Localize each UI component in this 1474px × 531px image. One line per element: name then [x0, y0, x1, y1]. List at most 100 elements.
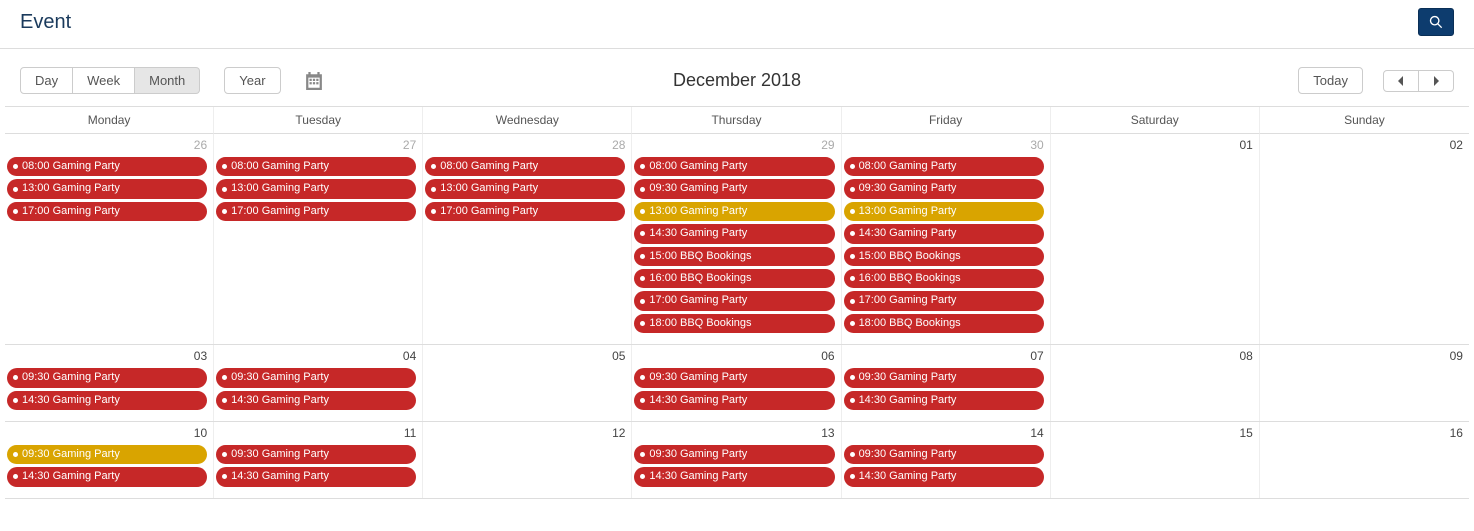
- calendar-event[interactable]: 14:30 Gaming Party: [844, 224, 1044, 243]
- event-dot-icon: [13, 398, 18, 403]
- event-label: 13:00 Gaming Party: [440, 181, 538, 196]
- calendar-event[interactable]: 13:00 Gaming Party: [844, 202, 1044, 221]
- day-number: 14: [842, 424, 1050, 444]
- calendar-day[interactable]: 2808:00 Gaming Party13:00 Gaming Party17…: [423, 134, 632, 344]
- calendar-event[interactable]: 08:00 Gaming Party: [7, 157, 207, 176]
- calendar-event[interactable]: 09:30 Gaming Party: [844, 179, 1044, 198]
- calendar-event[interactable]: 17:00 Gaming Party: [425, 202, 625, 221]
- calendar-event[interactable]: 16:00 BBQ Bookings: [844, 269, 1044, 288]
- calendar-day[interactable]: 0409:30 Gaming Party 14:30 Gaming Party: [214, 345, 423, 421]
- view-day-button[interactable]: Day: [20, 67, 73, 94]
- calendar-event[interactable]: 14:30 Gaming Party: [844, 467, 1044, 486]
- calendar-event[interactable]: 14:30 Gaming Party: [7, 391, 207, 410]
- calendar-day[interactable]: 0709:30 Gaming Party14:30 Gaming Party: [842, 345, 1051, 421]
- calendar-event[interactable]: 17:00 Gaming Party: [7, 202, 207, 221]
- calendar-event[interactable]: 08:00 Gaming Party: [216, 157, 416, 176]
- calendar-event[interactable]: 17:00 Gaming Party: [844, 291, 1044, 310]
- calendar-event[interactable]: 09:30 Gaming Party: [634, 368, 834, 387]
- weekday-header: Monday: [5, 107, 214, 134]
- calendar-day[interactable]: 1009:30 Gaming Party 14:30 Gaming Party: [5, 422, 214, 498]
- calendar-event[interactable]: 14:30 Gaming Party: [844, 391, 1044, 410]
- view-week-button[interactable]: Week: [73, 67, 135, 94]
- calendar-event[interactable]: 17:00 Gaming Party: [216, 202, 416, 221]
- calendar-day[interactable]: 0309:30 Gaming Party14:30 Gaming Party: [5, 345, 214, 421]
- day-number: 09: [1260, 347, 1469, 367]
- calendar-day[interactable]: 2908:00 Gaming Party09:30 Gaming Party13…: [632, 134, 841, 344]
- calendar-day[interactable]: 01: [1051, 134, 1260, 344]
- day-number: 27: [214, 136, 422, 156]
- event-label: 08:00 Gaming Party: [649, 159, 747, 174]
- calendar-event[interactable]: 15:00 BBQ Bookings: [844, 247, 1044, 266]
- calendar-event[interactable]: 08:00 Gaming Party: [425, 157, 625, 176]
- datepicker-button[interactable]: [305, 72, 323, 90]
- day-number: 10: [5, 424, 213, 444]
- calendar-day[interactable]: 12: [423, 422, 632, 498]
- calendar-day[interactable]: 0609:30 Gaming Party14:30 Gaming Party: [632, 345, 841, 421]
- calendar-day[interactable]: 1309:30 Gaming Party14:30 Gaming Party: [632, 422, 841, 498]
- calendar-event[interactable]: 09:30 Gaming Party: [216, 368, 416, 387]
- calendar-day[interactable]: 1109:30 Gaming Party14:30 Gaming Party: [214, 422, 423, 498]
- nav-group: [1383, 70, 1454, 92]
- calendar-day[interactable]: 14 09:30 Gaming Party 14:30 Gaming Party: [842, 422, 1051, 498]
- event-label: 09:30 Gaming Party: [859, 447, 957, 462]
- calendar-day[interactable]: 15: [1051, 422, 1260, 498]
- calendar-event[interactable]: 15:00 BBQ Bookings: [634, 247, 834, 266]
- calendar-day[interactable]: 3008:00 Gaming Party09:30 Gaming Party13…: [842, 134, 1051, 344]
- calendar-event[interactable]: 14:30 Gaming Party: [634, 224, 834, 243]
- calendar-event[interactable]: 18:00 BBQ Bookings: [634, 314, 834, 333]
- calendar-event[interactable]: 13:00 Gaming Party: [7, 179, 207, 198]
- calendar-event[interactable]: 13:00 Gaming Party: [425, 179, 625, 198]
- calendar-event[interactable]: 09:30 Gaming Party: [7, 368, 207, 387]
- calendar-event[interactable]: 08:00 Gaming Party: [634, 157, 834, 176]
- calendar-event[interactable]: 09:30 Gaming Party: [7, 445, 207, 464]
- calendar-day[interactable]: 05: [423, 345, 632, 421]
- today-button[interactable]: Today: [1298, 67, 1363, 94]
- next-button[interactable]: [1419, 70, 1454, 92]
- event-dot-icon: [13, 452, 18, 457]
- event-label: 14:30 Gaming Party: [859, 393, 957, 408]
- calendar-event[interactable]: 09:30 Gaming Party: [844, 368, 1044, 387]
- calendar-event[interactable]: 17:00 Gaming Party: [634, 291, 834, 310]
- calendar-event[interactable]: 16:00 BBQ Bookings: [634, 269, 834, 288]
- event-label: 17:00 Gaming Party: [440, 204, 538, 219]
- event-label: 13:00 Gaming Party: [859, 204, 957, 219]
- calendar-event[interactable]: 14:30 Gaming Party: [216, 391, 416, 410]
- event-dot-icon: [850, 276, 855, 281]
- event-label: 08:00 Gaming Party: [859, 159, 957, 174]
- calendar-event[interactable]: 09:30 Gaming Party: [844, 445, 1044, 464]
- event-dot-icon: [13, 474, 18, 479]
- calendar-day[interactable]: 02: [1260, 134, 1469, 344]
- chevron-left-icon: [1396, 76, 1406, 86]
- event-label: 15:00 BBQ Bookings: [859, 249, 961, 264]
- search-button[interactable]: [1418, 8, 1454, 36]
- view-year-button[interactable]: Year: [224, 67, 280, 94]
- weekday-header: Friday: [842, 107, 1051, 134]
- calendar-event[interactable]: 14:30 Gaming Party: [7, 467, 207, 486]
- event-dot-icon: [222, 398, 227, 403]
- calendar-day[interactable]: 16: [1260, 422, 1469, 498]
- calendar-day[interactable]: 2708:00 Gaming Party 13:00 Gaming Party 17…: [214, 134, 423, 344]
- event-dot-icon: [431, 209, 436, 214]
- calendar-event[interactable]: 14:30 Gaming Party: [216, 467, 416, 486]
- calendar-day[interactable]: 08: [1051, 345, 1260, 421]
- calendar-event[interactable]: 13:00 Gaming Party: [216, 179, 416, 198]
- view-month-button[interactable]: Month: [135, 67, 200, 94]
- calendar-event[interactable]: 14:30 Gaming Party: [634, 391, 834, 410]
- event-dot-icon: [222, 474, 227, 479]
- calendar-event[interactable]: 08:00 Gaming Party: [844, 157, 1044, 176]
- event-dot-icon: [850, 375, 855, 380]
- calendar-event[interactable]: 09:30 Gaming Party: [634, 179, 834, 198]
- calendar-day[interactable]: 09: [1260, 345, 1469, 421]
- event-dot-icon: [13, 164, 18, 169]
- day-number: 04: [214, 347, 422, 367]
- calendar-event[interactable]: 13:00 Gaming Party: [634, 202, 834, 221]
- prev-button[interactable]: [1383, 70, 1419, 92]
- event-dot-icon: [431, 164, 436, 169]
- calendar-event[interactable]: 18:00 BBQ Bookings: [844, 314, 1044, 333]
- event-dot-icon: [640, 398, 645, 403]
- calendar-event[interactable]: 09:30 Gaming Party: [216, 445, 416, 464]
- day-number: 02: [1260, 136, 1469, 156]
- calendar-event[interactable]: 14:30 Gaming Party: [634, 467, 834, 486]
- calendar-event[interactable]: 09:30 Gaming Party: [634, 445, 834, 464]
- calendar-day[interactable]: 2608:00 Gaming Party13:00 Gaming Party17…: [5, 134, 214, 344]
